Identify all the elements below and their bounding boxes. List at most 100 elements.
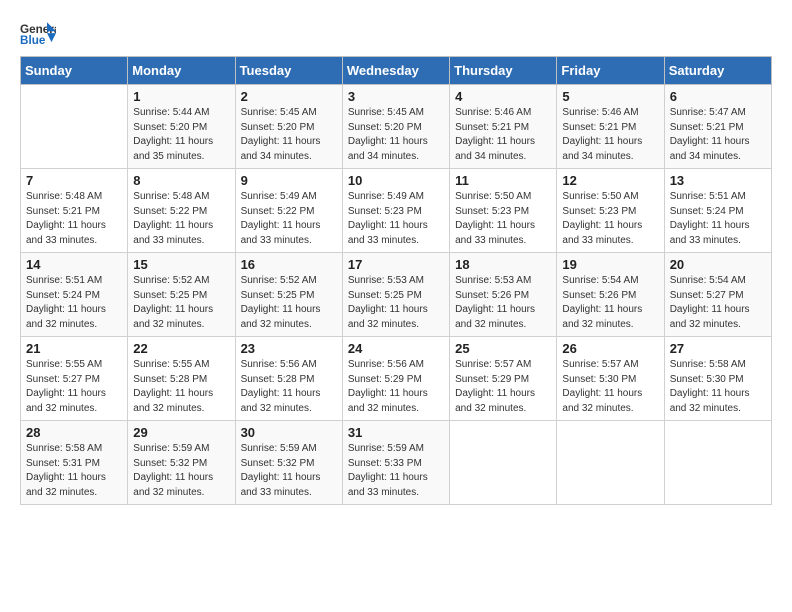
day-number: 20 [670, 257, 766, 272]
weekday-header-tuesday: Tuesday [235, 57, 342, 85]
day-info: Sunrise: 5:45 AMSunset: 5:20 PMDaylight:… [241, 107, 321, 162]
day-info: Sunrise: 5:56 AMSunset: 5:29 PMDaylight:… [348, 359, 428, 414]
day-number: 18 [455, 257, 551, 272]
day-info: Sunrise: 5:52 AMSunset: 5:25 PMDaylight:… [241, 275, 321, 330]
calendar-cell: 13 Sunrise: 5:51 AMSunset: 5:24 PMDaylig… [664, 169, 771, 253]
calendar-cell: 3 Sunrise: 5:45 AMSunset: 5:20 PMDayligh… [342, 85, 449, 169]
day-info: Sunrise: 5:55 AMSunset: 5:28 PMDaylight:… [133, 359, 213, 414]
calendar-cell: 31 Sunrise: 5:59 AMSunset: 5:33 PMDaylig… [342, 421, 449, 505]
day-number: 24 [348, 341, 444, 356]
calendar-cell [450, 421, 557, 505]
calendar-cell: 28 Sunrise: 5:58 AMSunset: 5:31 PMDaylig… [21, 421, 128, 505]
day-info: Sunrise: 5:54 AMSunset: 5:26 PMDaylight:… [562, 275, 642, 330]
day-number: 15 [133, 257, 229, 272]
day-info: Sunrise: 5:59 AMSunset: 5:32 PMDaylight:… [133, 443, 213, 498]
calendar-cell: 12 Sunrise: 5:50 AMSunset: 5:23 PMDaylig… [557, 169, 664, 253]
calendar-cell: 29 Sunrise: 5:59 AMSunset: 5:32 PMDaylig… [128, 421, 235, 505]
day-number: 5 [562, 89, 658, 104]
weekday-header-friday: Friday [557, 57, 664, 85]
calendar-cell [557, 421, 664, 505]
day-number: 7 [26, 173, 122, 188]
day-number: 31 [348, 425, 444, 440]
calendar-cell: 19 Sunrise: 5:54 AMSunset: 5:26 PMDaylig… [557, 253, 664, 337]
calendar-cell: 6 Sunrise: 5:47 AMSunset: 5:21 PMDayligh… [664, 85, 771, 169]
day-info: Sunrise: 5:51 AMSunset: 5:24 PMDaylight:… [670, 191, 750, 246]
day-number: 21 [26, 341, 122, 356]
day-info: Sunrise: 5:58 AMSunset: 5:31 PMDaylight:… [26, 443, 106, 498]
day-info: Sunrise: 5:47 AMSunset: 5:21 PMDaylight:… [670, 107, 750, 162]
day-number: 2 [241, 89, 337, 104]
calendar-cell: 5 Sunrise: 5:46 AMSunset: 5:21 PMDayligh… [557, 85, 664, 169]
calendar-cell: 10 Sunrise: 5:49 AMSunset: 5:23 PMDaylig… [342, 169, 449, 253]
weekday-header-thursday: Thursday [450, 57, 557, 85]
calendar-cell: 30 Sunrise: 5:59 AMSunset: 5:32 PMDaylig… [235, 421, 342, 505]
calendar-cell [21, 85, 128, 169]
calendar-cell: 4 Sunrise: 5:46 AMSunset: 5:21 PMDayligh… [450, 85, 557, 169]
day-info: Sunrise: 5:48 AMSunset: 5:22 PMDaylight:… [133, 191, 213, 246]
day-info: Sunrise: 5:46 AMSunset: 5:21 PMDaylight:… [562, 107, 642, 162]
day-info: Sunrise: 5:54 AMSunset: 5:27 PMDaylight:… [670, 275, 750, 330]
week-row-3: 14 Sunrise: 5:51 AMSunset: 5:24 PMDaylig… [21, 253, 772, 337]
day-number: 3 [348, 89, 444, 104]
weekday-header-wednesday: Wednesday [342, 57, 449, 85]
week-row-2: 7 Sunrise: 5:48 AMSunset: 5:21 PMDayligh… [21, 169, 772, 253]
calendar-cell: 22 Sunrise: 5:55 AMSunset: 5:28 PMDaylig… [128, 337, 235, 421]
day-info: Sunrise: 5:52 AMSunset: 5:25 PMDaylight:… [133, 275, 213, 330]
calendar-cell: 2 Sunrise: 5:45 AMSunset: 5:20 PMDayligh… [235, 85, 342, 169]
day-number: 25 [455, 341, 551, 356]
day-number: 4 [455, 89, 551, 104]
day-info: Sunrise: 5:48 AMSunset: 5:21 PMDaylight:… [26, 191, 106, 246]
day-number: 23 [241, 341, 337, 356]
week-row-4: 21 Sunrise: 5:55 AMSunset: 5:27 PMDaylig… [21, 337, 772, 421]
calendar-cell: 7 Sunrise: 5:48 AMSunset: 5:21 PMDayligh… [21, 169, 128, 253]
day-info: Sunrise: 5:59 AMSunset: 5:32 PMDaylight:… [241, 443, 321, 498]
day-number: 9 [241, 173, 337, 188]
day-number: 10 [348, 173, 444, 188]
day-number: 26 [562, 341, 658, 356]
day-number: 6 [670, 89, 766, 104]
week-row-5: 28 Sunrise: 5:58 AMSunset: 5:31 PMDaylig… [21, 421, 772, 505]
calendar-cell: 16 Sunrise: 5:52 AMSunset: 5:25 PMDaylig… [235, 253, 342, 337]
calendar-cell: 1 Sunrise: 5:44 AMSunset: 5:20 PMDayligh… [128, 85, 235, 169]
day-info: Sunrise: 5:53 AMSunset: 5:25 PMDaylight:… [348, 275, 428, 330]
calendar-cell: 27 Sunrise: 5:58 AMSunset: 5:30 PMDaylig… [664, 337, 771, 421]
day-number: 11 [455, 173, 551, 188]
svg-text:Blue: Blue [20, 34, 46, 47]
day-number: 22 [133, 341, 229, 356]
calendar-cell: 18 Sunrise: 5:53 AMSunset: 5:26 PMDaylig… [450, 253, 557, 337]
day-number: 13 [670, 173, 766, 188]
calendar-cell: 24 Sunrise: 5:56 AMSunset: 5:29 PMDaylig… [342, 337, 449, 421]
day-number: 1 [133, 89, 229, 104]
calendar-cell: 11 Sunrise: 5:50 AMSunset: 5:23 PMDaylig… [450, 169, 557, 253]
day-number: 17 [348, 257, 444, 272]
page-header: General Blue [20, 20, 772, 48]
day-info: Sunrise: 5:50 AMSunset: 5:23 PMDaylight:… [455, 191, 535, 246]
day-info: Sunrise: 5:58 AMSunset: 5:30 PMDaylight:… [670, 359, 750, 414]
day-number: 16 [241, 257, 337, 272]
calendar-cell: 8 Sunrise: 5:48 AMSunset: 5:22 PMDayligh… [128, 169, 235, 253]
week-row-1: 1 Sunrise: 5:44 AMSunset: 5:20 PMDayligh… [21, 85, 772, 169]
weekday-header-row: SundayMondayTuesdayWednesdayThursdayFrid… [21, 57, 772, 85]
calendar-cell: 14 Sunrise: 5:51 AMSunset: 5:24 PMDaylig… [21, 253, 128, 337]
day-info: Sunrise: 5:51 AMSunset: 5:24 PMDaylight:… [26, 275, 106, 330]
logo: General Blue [20, 20, 58, 48]
day-info: Sunrise: 5:44 AMSunset: 5:20 PMDaylight:… [133, 107, 213, 162]
weekday-header-sunday: Sunday [21, 57, 128, 85]
day-info: Sunrise: 5:46 AMSunset: 5:21 PMDaylight:… [455, 107, 535, 162]
day-info: Sunrise: 5:57 AMSunset: 5:30 PMDaylight:… [562, 359, 642, 414]
day-number: 28 [26, 425, 122, 440]
calendar-cell [664, 421, 771, 505]
day-number: 14 [26, 257, 122, 272]
day-number: 19 [562, 257, 658, 272]
calendar-cell: 25 Sunrise: 5:57 AMSunset: 5:29 PMDaylig… [450, 337, 557, 421]
weekday-header-monday: Monday [128, 57, 235, 85]
day-number: 12 [562, 173, 658, 188]
calendar-cell: 20 Sunrise: 5:54 AMSunset: 5:27 PMDaylig… [664, 253, 771, 337]
calendar-cell: 21 Sunrise: 5:55 AMSunset: 5:27 PMDaylig… [21, 337, 128, 421]
calendar-cell: 9 Sunrise: 5:49 AMSunset: 5:22 PMDayligh… [235, 169, 342, 253]
day-info: Sunrise: 5:49 AMSunset: 5:23 PMDaylight:… [348, 191, 428, 246]
day-info: Sunrise: 5:49 AMSunset: 5:22 PMDaylight:… [241, 191, 321, 246]
logo-icon: General Blue [20, 20, 56, 48]
day-number: 27 [670, 341, 766, 356]
calendar-cell: 23 Sunrise: 5:56 AMSunset: 5:28 PMDaylig… [235, 337, 342, 421]
